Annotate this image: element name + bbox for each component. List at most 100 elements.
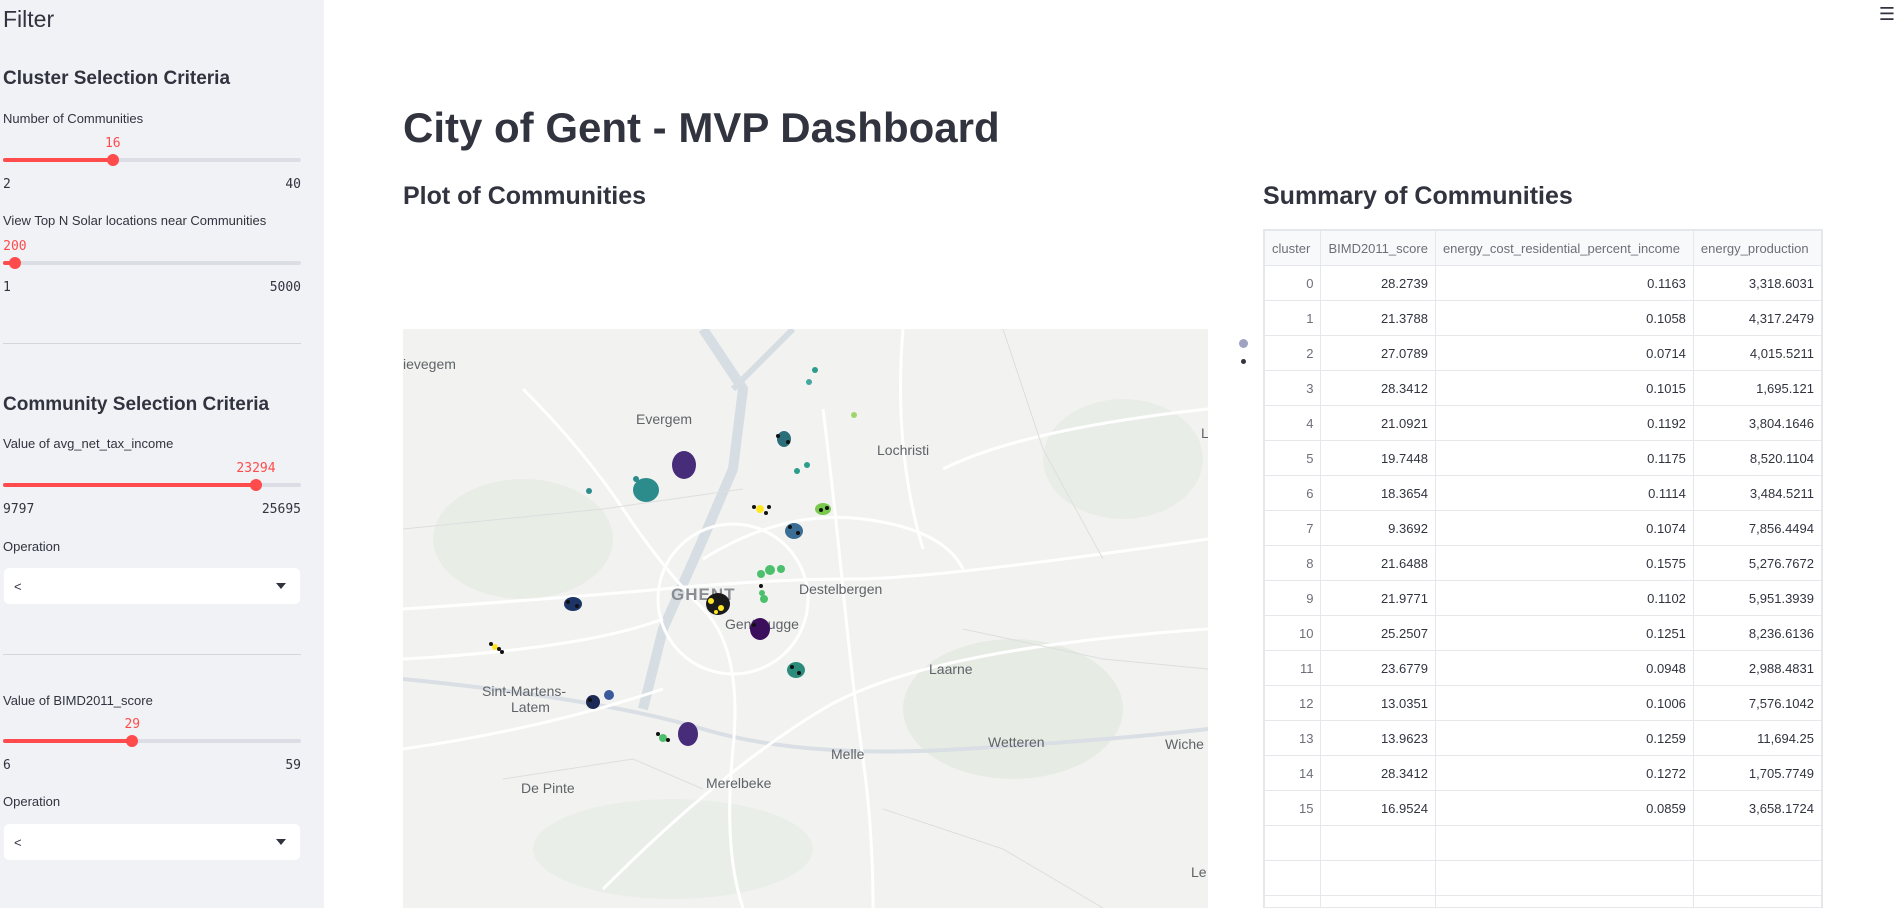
table-cell[interactable]: 0.1251 xyxy=(1434,615,1694,651)
table-row: 14 28.3412 0.1272 1,705.7749 xyxy=(1264,755,1822,791)
row-index-cell[interactable]: 3 xyxy=(1264,370,1322,406)
table-row: 0 28.2739 0.1163 3,318.6031 xyxy=(1264,265,1822,301)
table-cell[interactable]: 3,658.1724 xyxy=(1692,790,1822,826)
row-index-cell[interactable]: 11 xyxy=(1264,650,1322,686)
row-index-cell[interactable]: 2 xyxy=(1264,335,1322,371)
table-cell[interactable]: 2,988.4831 xyxy=(1692,650,1822,686)
row-index-cell[interactable]: 13 xyxy=(1264,720,1322,756)
table-cell[interactable]: 8,520.1104 xyxy=(1692,440,1822,476)
table-cell[interactable]: 23.6779 xyxy=(1320,650,1436,686)
slider-max: 25695 xyxy=(261,502,301,517)
bimd-slider[interactable]: 29 6 59 xyxy=(3,712,301,773)
table-cell[interactable]: 5,276.7672 xyxy=(1692,545,1822,581)
table-cell[interactable]: 21.6488 xyxy=(1320,545,1436,581)
table-cell[interactable]: 0.1074 xyxy=(1434,510,1694,546)
community-clusters[interactable] xyxy=(403,329,1208,908)
row-index-cell[interactable]: 4 xyxy=(1264,405,1322,441)
table-cell[interactable]: 11,694.25 xyxy=(1692,720,1822,756)
table-cell[interactable]: 0.1006 xyxy=(1434,685,1694,721)
hamburger-menu-icon[interactable]: ☰ xyxy=(1879,4,1895,25)
column-header[interactable]: BIMD2011_score xyxy=(1320,230,1436,266)
slider-max: 5000 xyxy=(269,280,301,295)
row-index-cell[interactable]: 7 xyxy=(1264,510,1322,546)
table-cell[interactable]: 9.3692 xyxy=(1320,510,1436,546)
communities-slider[interactable]: 16 2 40 xyxy=(3,131,301,192)
table-cell[interactable]: 0.1259 xyxy=(1434,720,1694,756)
operation1-select[interactable]: < xyxy=(3,567,301,605)
chevron-down-icon[interactable] xyxy=(276,839,286,845)
cluster-criteria-header: Cluster Selection Criteria xyxy=(3,68,231,89)
table-cell[interactable]: 3,484.5211 xyxy=(1692,475,1822,511)
table-cell[interactable]: 0.0859 xyxy=(1434,790,1694,826)
solar-slider[interactable]: 200 1 5000 xyxy=(3,234,301,295)
table-cell[interactable]: 18.3654 xyxy=(1320,475,1436,511)
table-cell[interactable]: 21.0921 xyxy=(1320,405,1436,441)
table-cell[interactable]: 0.1272 xyxy=(1434,755,1694,791)
row-index-cell[interactable]: 5 xyxy=(1264,440,1322,476)
table-cell[interactable]: 0.1575 xyxy=(1434,545,1694,581)
row-index-cell[interactable]: 12 xyxy=(1264,685,1322,721)
community-map[interactable]: ievegem Evergem Lochristi GHENT Destelbe… xyxy=(403,329,1208,908)
table-cell[interactable]: 28.2739 xyxy=(1320,265,1436,301)
table-cell[interactable]: 4,317.2479 xyxy=(1692,300,1822,336)
operation1-value: < xyxy=(14,579,22,594)
table-cell[interactable]: 28.3412 xyxy=(1320,370,1436,406)
table-cell[interactable]: 1,705.7749 xyxy=(1692,755,1822,791)
table-cell[interactable]: 21.9771 xyxy=(1320,580,1436,616)
table-cell[interactable]: 1,695.121 xyxy=(1692,370,1822,406)
column-header[interactable]: cluster xyxy=(1264,230,1322,266)
table-cell[interactable]: 28.3412 xyxy=(1320,755,1436,791)
table-cell[interactable]: 8,236.6136 xyxy=(1692,615,1822,651)
slider-thumb[interactable] xyxy=(249,479,262,491)
empty-cell xyxy=(1320,860,1436,896)
table-cell[interactable]: 0.1114 xyxy=(1434,475,1694,511)
table-cell[interactable]: 4,015.5211 xyxy=(1692,335,1822,371)
table-cell[interactable]: 3,804.1646 xyxy=(1692,405,1822,441)
table-cell[interactable]: 0.0948 xyxy=(1434,650,1694,686)
table-cell[interactable]: 13.0351 xyxy=(1320,685,1436,721)
slider-thumb[interactable] xyxy=(8,257,21,269)
column-header[interactable]: energy_cost_residential_percent_income xyxy=(1434,230,1694,266)
column-header[interactable]: energy_production xyxy=(1692,230,1822,266)
table-cell[interactable]: 19.7448 xyxy=(1320,440,1436,476)
legend-marker[interactable] xyxy=(1239,339,1248,348)
row-index-cell[interactable]: 0 xyxy=(1264,265,1322,301)
table-cell[interactable]: 7,576.1042 xyxy=(1692,685,1822,721)
slider-thumb[interactable] xyxy=(126,735,139,747)
table-cell[interactable]: 16.9524 xyxy=(1320,790,1436,826)
table-cell[interactable]: 7,856.4494 xyxy=(1692,510,1822,546)
slider-track[interactable] xyxy=(3,261,301,265)
table-cell[interactable]: 0.1175 xyxy=(1434,440,1694,476)
summary-table[interactable]: cluster BIMD2011_score energy_cost_resid… xyxy=(1263,229,1823,908)
table-cell[interactable]: 0.1192 xyxy=(1434,405,1694,441)
slider-fill xyxy=(3,739,133,743)
table-cell[interactable]: 0.0714 xyxy=(1434,335,1694,371)
cluster-marker xyxy=(489,367,857,746)
chevron-down-icon[interactable] xyxy=(276,583,286,589)
table-cell[interactable]: 3,318.6031 xyxy=(1692,265,1822,301)
table-cell[interactable]: 21.3788 xyxy=(1320,300,1436,336)
row-index-cell[interactable]: 15 xyxy=(1264,790,1322,826)
operation1-label: Operation xyxy=(3,539,61,554)
table-cell[interactable]: 0.1102 xyxy=(1434,580,1694,616)
slider-thumb[interactable] xyxy=(106,154,119,166)
empty-cell xyxy=(1434,860,1694,896)
row-index-cell[interactable]: 6 xyxy=(1264,475,1322,511)
table-cell[interactable]: 25.2507 xyxy=(1320,615,1436,651)
row-index-cell[interactable]: 10 xyxy=(1264,615,1322,651)
row-index-cell[interactable]: 9 xyxy=(1264,580,1322,616)
row-index-cell[interactable]: 14 xyxy=(1264,755,1322,791)
empty-cell xyxy=(1692,860,1822,896)
row-index-cell[interactable]: 1 xyxy=(1264,300,1322,336)
table-row: 6 18.3654 0.1114 3,484.5211 xyxy=(1264,475,1822,511)
row-index-cell[interactable]: 8 xyxy=(1264,545,1322,581)
table-cell[interactable]: 27.0789 xyxy=(1320,335,1436,371)
table-cell[interactable]: 0.1163 xyxy=(1434,265,1694,301)
operation2-select[interactable]: < xyxy=(3,823,301,861)
legend-marker[interactable] xyxy=(1241,359,1246,364)
table-cell[interactable]: 13.9623 xyxy=(1320,720,1436,756)
table-cell[interactable]: 0.1015 xyxy=(1434,370,1694,406)
table-cell[interactable]: 5,951.3939 xyxy=(1692,580,1822,616)
table-cell[interactable]: 0.1058 xyxy=(1434,300,1694,336)
income-slider[interactable]: 23294 9797 25695 xyxy=(3,456,301,517)
